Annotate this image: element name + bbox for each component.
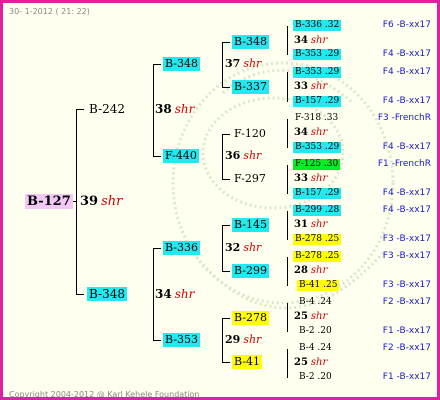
gen3-mark: 25 shr <box>294 311 328 322</box>
connector <box>287 303 288 332</box>
gen4-id[interactable]: B-4 .24 <box>297 297 334 308</box>
pedigree-frame: 30- 1-2012 ( 21: 22) Copyright 2004-2012… <box>0 0 440 400</box>
gen4-id[interactable]: F-318 .33 <box>293 113 340 124</box>
gen3-mark: 33 shr <box>294 81 328 92</box>
gen4-note: F1 -B-xx17 <box>382 372 431 382</box>
connector <box>222 271 230 272</box>
connector <box>222 318 230 319</box>
gen4-id[interactable]: B-353 .29 <box>293 49 342 60</box>
connector <box>287 165 288 194</box>
gen4-id[interactable]: B-157 .29 <box>293 188 342 199</box>
connector <box>222 42 223 88</box>
gen3-id[interactable]: B-41 <box>232 355 263 369</box>
dam-id[interactable]: B-348 <box>87 287 127 301</box>
gen3-mark: 33 shr <box>294 173 328 184</box>
gen4-id[interactable]: B-336 .32 <box>293 20 342 31</box>
connector <box>287 257 288 286</box>
gen4-note: F6 -B-xx17 <box>382 20 431 30</box>
connector <box>76 109 84 110</box>
gen3-mark: 34 shr <box>294 35 328 46</box>
gen4-id[interactable]: F-125 .30 <box>293 159 341 170</box>
connector <box>287 211 288 240</box>
gen3-id[interactable]: F-120 <box>232 127 268 141</box>
gen4-note: F3 -B-xx17 <box>382 234 431 244</box>
connector <box>222 362 230 363</box>
report-date: 30- 1-2012 ( 21: 22) <box>9 7 90 16</box>
gen3-mark: 31 shr <box>294 219 328 230</box>
connector <box>222 87 230 88</box>
gen3-mark: 34 shr <box>294 127 328 138</box>
connector <box>287 349 288 378</box>
gen3-id[interactable]: B-299 <box>232 264 269 278</box>
root-mark: 39 shr <box>80 194 123 209</box>
gen4-note: F4 -B-xx17 <box>382 49 431 59</box>
connector <box>222 134 230 135</box>
gen4-id[interactable]: B-278 .25 <box>293 234 342 245</box>
copyright: Copyright 2004-2012 @ Karl Kehele Founda… <box>9 390 200 399</box>
gen3-id[interactable]: F-297 <box>232 172 268 186</box>
connector <box>153 64 154 157</box>
gen3-id[interactable]: B-278 <box>232 311 269 325</box>
gen4-id[interactable]: B-2 .20 <box>297 372 334 383</box>
gen2-mark: 29 shr <box>225 333 262 346</box>
gen4-id[interactable]: B-353 .29 <box>293 142 342 153</box>
gen4-note: F4 -B-xx17 <box>382 67 431 77</box>
gen4-id[interactable]: B-41 .25 <box>297 280 340 291</box>
gen2-mark: 36 shr <box>225 149 262 162</box>
gen2-mark: 32 shr <box>225 241 262 254</box>
gen4-note: F2 -B-xx17 <box>382 343 431 353</box>
gen2-id[interactable]: B-353 <box>163 333 200 347</box>
connector <box>222 225 223 272</box>
gen3-id[interactable]: B-145 <box>232 218 269 232</box>
gen3-id[interactable]: B-348 <box>232 35 269 49</box>
connector <box>153 156 161 157</box>
gen4-note: F1 -B-xx17 <box>382 326 431 336</box>
connector <box>287 119 288 148</box>
dam-mark: 34 shr <box>155 287 195 301</box>
gen4-id[interactable]: B-157 .29 <box>293 96 342 107</box>
gen4-id[interactable]: B-353 .29 <box>293 67 342 78</box>
connector <box>222 318 223 363</box>
connector <box>222 225 230 226</box>
gen4-id[interactable]: B-299 .28 <box>293 205 342 216</box>
connector <box>222 179 230 180</box>
connector <box>287 72 288 102</box>
gen3-mark: 28 shr <box>294 265 328 276</box>
connector <box>222 134 223 180</box>
gen4-note: F4 -B-xx17 <box>382 205 431 215</box>
gen2-id[interactable]: B-336 <box>163 241 200 255</box>
connector <box>153 248 161 249</box>
gen4-note: F4 -B-xx17 <box>382 96 431 106</box>
sire-id[interactable]: B-242 <box>87 102 127 116</box>
connector <box>76 109 77 295</box>
connector <box>76 294 84 295</box>
gen4-note: F3 -FrenchR <box>377 113 431 123</box>
gen4-note: F3 -B-xx17 <box>382 280 431 290</box>
connector <box>153 64 161 65</box>
gen3-id[interactable]: B-337 <box>232 80 269 94</box>
gen2-id[interactable]: F-440 <box>163 149 199 163</box>
sire-mark: 38 shr <box>155 102 195 116</box>
gen4-id[interactable]: B-4 .24 <box>297 343 334 354</box>
gen4-note: F4 -B-xx17 <box>382 188 431 198</box>
connector <box>287 26 288 55</box>
gen4-note: F3 -B-xx17 <box>382 251 431 261</box>
gen4-note: F2 -B-xx17 <box>382 297 431 307</box>
connector <box>153 340 161 341</box>
gen4-note: F4 -B-xx17 <box>382 142 431 152</box>
connector <box>153 248 154 341</box>
watermark-pigeon-icon <box>171 61 395 310</box>
gen2-id[interactable]: B-348 <box>163 57 200 71</box>
gen4-id[interactable]: B-2 .20 <box>297 326 334 337</box>
gen4-note: F1 -FrenchR <box>377 159 431 169</box>
gen2-mark: 37 shr <box>225 57 262 70</box>
connector <box>222 42 230 43</box>
gen3-mark: 25 shr <box>294 357 328 368</box>
gen4-id[interactable]: B-278 .25 <box>293 251 342 262</box>
root-pigeon-id[interactable]: B-127 <box>25 194 73 209</box>
